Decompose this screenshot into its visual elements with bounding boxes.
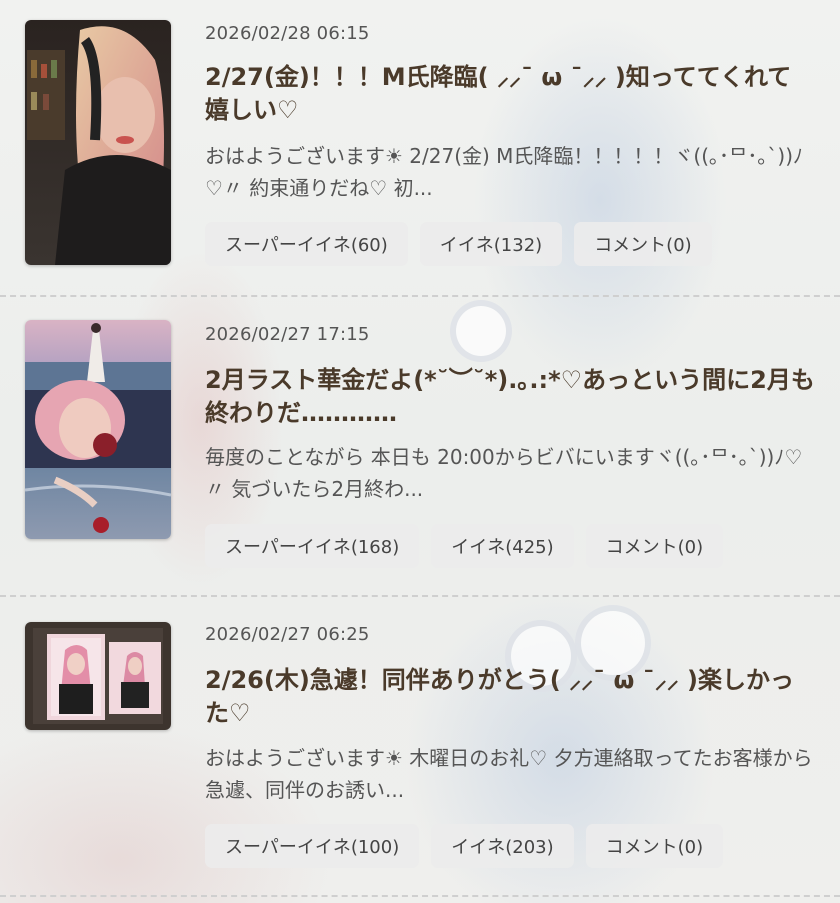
post-divider bbox=[0, 295, 840, 297]
post-divider bbox=[0, 595, 840, 597]
comment-button[interactable]: コメント(0) bbox=[585, 524, 724, 568]
comment-button[interactable]: コメント(0) bbox=[585, 824, 724, 868]
post-title[interactable]: 2/27(金)！！！M氏降臨( ⸝⸝¯ ω ¯⸝⸝ )知っててくれて嬉しい♡ bbox=[205, 61, 815, 127]
post-excerpt: おはようございます☀ 木曜日のお礼♡ 夕方連絡取ってたお客様から急遽、同伴のお誘… bbox=[205, 746, 813, 802]
like-button[interactable]: イイネ(132) bbox=[419, 222, 563, 266]
thumbnail-photo-portrait bbox=[25, 20, 171, 265]
thumbnail-photo-cards bbox=[25, 622, 171, 730]
comment-button[interactable]: コメント(0) bbox=[574, 222, 712, 266]
post-thumbnail[interactable] bbox=[25, 622, 171, 730]
thumbnail-photo-collage bbox=[25, 320, 171, 539]
post-date: 2026/02/27 06:25 bbox=[205, 624, 370, 645]
post-actions: スーパーイイネ(168) イイネ(425) コメント(0) bbox=[205, 524, 724, 568]
super-like-button[interactable]: スーパーイイネ(100) bbox=[205, 824, 420, 868]
post-title[interactable]: 2/26(木)急遽！同伴ありがとう( ⸝⸝¯ ω ¯⸝⸝ )楽しかった♡ bbox=[205, 664, 815, 730]
like-button[interactable]: イイネ(425) bbox=[431, 524, 574, 568]
post-date: 2026/02/27 17:15 bbox=[205, 324, 370, 345]
post-thumbnail[interactable] bbox=[25, 320, 171, 539]
post-divider bbox=[0, 895, 840, 897]
super-like-button[interactable]: スーパーイイネ(168) bbox=[205, 524, 420, 568]
like-button[interactable]: イイネ(203) bbox=[431, 824, 574, 868]
background-decoration bbox=[450, 300, 512, 362]
post-actions: スーパーイイネ(100) イイネ(203) コメント(0) bbox=[205, 824, 724, 868]
post-thumbnail[interactable] bbox=[25, 20, 171, 265]
post-excerpt: おはようございます☀ 2/27(金) M氏降臨！！！！！ヾ((｡･ᄆ･｡`))ﾉ… bbox=[205, 144, 804, 200]
post-excerpt: 毎度のことながら 本日も 20:00からビバにいますヾ((｡･ᄆ･｡`))ﾉ♡〃… bbox=[205, 445, 803, 501]
super-like-button[interactable]: スーパーイイネ(60) bbox=[205, 222, 408, 266]
post-date: 2026/02/28 06:15 bbox=[205, 23, 370, 44]
post-title[interactable]: 2月ラスト華金だよ(*˘︶˘*).｡.:*♡あっという間に2月も終わりだ………… bbox=[205, 364, 815, 430]
post-actions: スーパーイイネ(60) イイネ(132) コメント(0) bbox=[205, 222, 712, 266]
